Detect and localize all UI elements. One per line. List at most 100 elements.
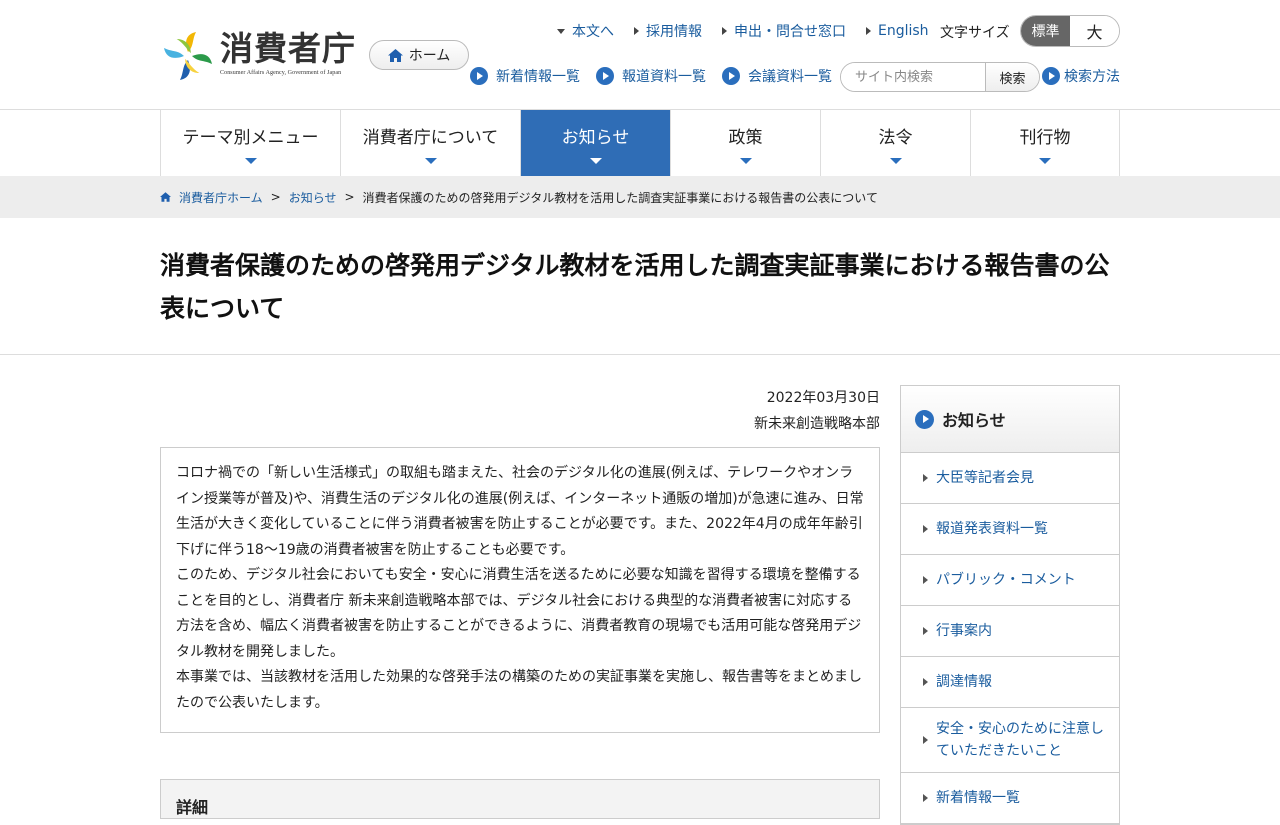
font-size-label: 文字サイズ — [940, 25, 1010, 41]
nav-policy[interactable]: 政策 — [671, 110, 821, 176]
sidebar-item-label: パブリック・コメント — [936, 572, 1076, 588]
sidebar-item-label: 行事案内 — [936, 623, 992, 639]
logo-name: 消費者庁 — [220, 29, 356, 68]
breadcrumb-news[interactable]: お知らせ — [289, 189, 337, 206]
english-link[interactable]: English — [866, 23, 929, 39]
breadcrumb-separator: > — [344, 190, 355, 204]
sidebar-item-label: 報道発表資料一覧 — [936, 521, 1048, 537]
font-size-toggle: 標準 大 — [1020, 15, 1120, 47]
global-nav: テーマ別メニュー 消費者庁について お知らせ 政策 法令 刊行物 — [160, 110, 1120, 176]
recruitment-link[interactable]: 採用情報 — [634, 21, 702, 41]
quick-links: 新着情報一覧 報道資料一覧 会議資料一覧 — [470, 66, 848, 86]
caa-logo-icon — [164, 32, 212, 80]
sidebar-item-press-conference[interactable]: 大臣等記者会見 — [901, 453, 1119, 504]
nav-label: 政策 — [728, 127, 763, 148]
sidebar-item-public-comment[interactable]: パブリック・コメント — [901, 555, 1119, 606]
triangle-right-icon — [923, 474, 928, 482]
home-button[interactable]: ホーム — [369, 40, 469, 70]
sidebar-heading-label: お知らせ — [942, 411, 1006, 430]
sidebar-item-label: 新着情報一覧 — [936, 790, 1020, 806]
news-list-label: 新着情報一覧 — [496, 69, 580, 85]
chevron-down-icon — [1039, 157, 1051, 164]
nav-about[interactable]: 消費者庁について — [341, 110, 521, 176]
search-button[interactable]: 検索 — [985, 63, 1039, 91]
nav-label: 消費者庁について — [362, 127, 499, 148]
site-logo[interactable]: 消費者庁 Consumer Affairs Agency, Government… — [160, 30, 356, 82]
article-body: コロナ禍での「新しい生活様式」の取組も踏まえた、社会のデジタル化の進展(例えば、… — [160, 447, 880, 733]
paragraph: 本事業では、当該教材を活用した効果的な啓発手法の構築のための実証事業を実施し、報… — [176, 669, 862, 711]
triangle-right-icon — [923, 678, 928, 686]
nav-label: 刊行物 — [1019, 127, 1071, 148]
main-content: 2022年03月30日 新未来創造戦略本部 コロナ禍での「新しい生活様式」の取組… — [160, 385, 880, 819]
search-method-link[interactable]: 検索方法 — [1042, 66, 1120, 86]
home-icon — [160, 192, 171, 202]
sidebar-heading: お知らせ — [901, 386, 1119, 453]
chevron-down-icon — [589, 157, 602, 164]
chevron-down-icon — [424, 157, 437, 164]
detail-heading: 詳細 — [176, 798, 209, 817]
breadcrumb-home[interactable]: 消費者庁ホーム — [179, 189, 263, 206]
utility-links: 本文へ 採用情報 申出・問合せ窓口 English — [557, 20, 949, 42]
circle-arrow-icon — [470, 67, 488, 85]
nav-news[interactable]: お知らせ — [521, 110, 671, 176]
news-list-link[interactable]: 新着情報一覧 — [470, 66, 580, 86]
sidebar-item-label: 調達情報 — [936, 674, 992, 690]
english-label: English — [878, 23, 929, 39]
sidebar-item-safety-notice[interactable]: 安全・安心のために注意していただきたいこと — [901, 708, 1119, 773]
site-search: 検索 — [840, 62, 1040, 92]
nav-label: 法令 — [878, 127, 913, 148]
home-label: ホーム — [408, 48, 451, 64]
font-size-large-button[interactable]: 大 — [1070, 16, 1119, 46]
triangle-right-icon — [923, 736, 928, 744]
contact-label: 申出・問合せ窓口 — [734, 24, 846, 40]
sidebar-item-press-releases[interactable]: 報道発表資料一覧 — [901, 504, 1119, 555]
article-meta: 2022年03月30日 新未来創造戦略本部 — [160, 385, 880, 437]
skip-to-content-label: 本文へ — [572, 24, 614, 40]
triangle-right-icon — [923, 794, 928, 802]
breadcrumb: 消費者庁ホーム > お知らせ > 消費者保護のための啓発用デジタル教材を活用した… — [0, 176, 1280, 218]
chevron-down-icon — [739, 157, 752, 164]
circle-arrow-icon — [1042, 67, 1060, 85]
nav-theme-menu[interactable]: テーマ別メニュー — [161, 110, 341, 176]
chevron-down-icon — [244, 157, 257, 164]
site-header: 消費者庁 Consumer Affairs Agency, Government… — [0, 0, 1280, 110]
publish-date: 2022年03月30日 — [766, 390, 880, 406]
skip-to-content-link[interactable]: 本文へ — [557, 21, 614, 41]
nav-laws[interactable]: 法令 — [821, 110, 971, 176]
search-method-label: 検索方法 — [1064, 69, 1120, 85]
circle-arrow-icon — [722, 67, 740, 85]
home-icon — [387, 48, 403, 62]
press-list-label: 報道資料一覧 — [622, 69, 706, 85]
sidebar-item-label: 安全・安心のために注意していただきたいこと — [936, 721, 1104, 759]
circle-arrow-icon — [915, 409, 934, 429]
sidebar-item-events[interactable]: 行事案内 — [901, 606, 1119, 657]
contact-link[interactable]: 申出・問合せ窓口 — [722, 21, 846, 41]
page-title: 消費者保護のための啓発用デジタル教材を活用した調査実証事業における報告書の公表に… — [160, 251, 1110, 323]
title-area: 消費者保護のための啓発用デジタル教材を活用した調査実証事業における報告書の公表に… — [0, 218, 1280, 355]
circle-arrow-icon — [596, 67, 614, 85]
paragraph: コロナ禍での「新しい生活様式」の取組も踏まえた、社会のデジタル化の進展(例えば、… — [176, 465, 864, 558]
breadcrumb-separator: > — [270, 190, 281, 204]
triangle-right-icon — [634, 27, 639, 35]
meeting-list-link[interactable]: 会議資料一覧 — [722, 66, 832, 86]
sidebar-item-label: 大臣等記者会見 — [936, 470, 1034, 486]
breadcrumb-current: 消費者保護のための啓発用デジタル教材を活用した調査実証事業における報告書の公表に… — [362, 190, 878, 205]
sidebar-item-procurement[interactable]: 調達情報 — [901, 657, 1119, 708]
triangle-down-icon — [557, 28, 565, 34]
triangle-right-icon — [722, 27, 727, 35]
triangle-right-icon — [923, 525, 928, 533]
triangle-right-icon — [923, 576, 928, 584]
nav-publications[interactable]: 刊行物 — [971, 110, 1120, 176]
sidebar: お知らせ 大臣等記者会見 報道発表資料一覧 パブリック・コメント 行事案内 調達… — [900, 385, 1120, 825]
nav-label: テーマ別メニュー — [182, 127, 319, 148]
sidebar-item-news-list[interactable]: 新着情報一覧 — [901, 773, 1119, 824]
font-size-standard-button[interactable]: 標準 — [1021, 16, 1070, 46]
chevron-down-icon — [889, 157, 902, 164]
search-input[interactable] — [841, 63, 985, 91]
recruitment-label: 採用情報 — [646, 24, 702, 40]
department: 新未来創造戦略本部 — [754, 416, 880, 432]
meeting-list-label: 会議資料一覧 — [748, 69, 832, 85]
triangle-right-icon — [866, 27, 871, 35]
nav-label: お知らせ — [561, 127, 630, 148]
press-list-link[interactable]: 報道資料一覧 — [596, 66, 706, 86]
